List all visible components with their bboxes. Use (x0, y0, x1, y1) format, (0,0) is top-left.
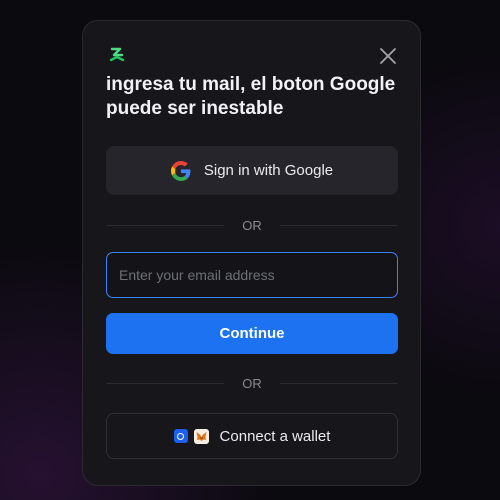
google-icon (170, 160, 191, 181)
connect-wallet-button[interactable]: Connect a wallet (106, 413, 398, 459)
google-sign-in-button[interactable]: Sign in with Google (106, 146, 398, 195)
continue-button[interactable]: Continue (106, 313, 398, 354)
or-divider: OR (106, 375, 398, 391)
wallet-icons (173, 428, 209, 444)
wallet-button-label: Connect a wallet (219, 427, 331, 445)
modal-title: ingresa tu mail, el boton Google puede s… (106, 74, 396, 119)
metamask-icon (193, 428, 209, 444)
divider-label: OR (242, 375, 262, 391)
divider-line (106, 382, 225, 384)
sign-in-modal: ingresa tu mail, el boton Google puede s… (82, 20, 421, 486)
divider-line (279, 224, 398, 226)
divider-line (279, 382, 398, 384)
app-logo-icon (109, 47, 125, 62)
email-input[interactable] (106, 252, 398, 298)
coinbase-wallet-icon (173, 429, 188, 443)
divider-line (106, 224, 225, 226)
close-icon[interactable] (379, 47, 397, 65)
google-button-label: Sign in with Google (203, 162, 334, 179)
divider-label: OR (242, 217, 262, 233)
or-divider: OR (106, 217, 398, 233)
